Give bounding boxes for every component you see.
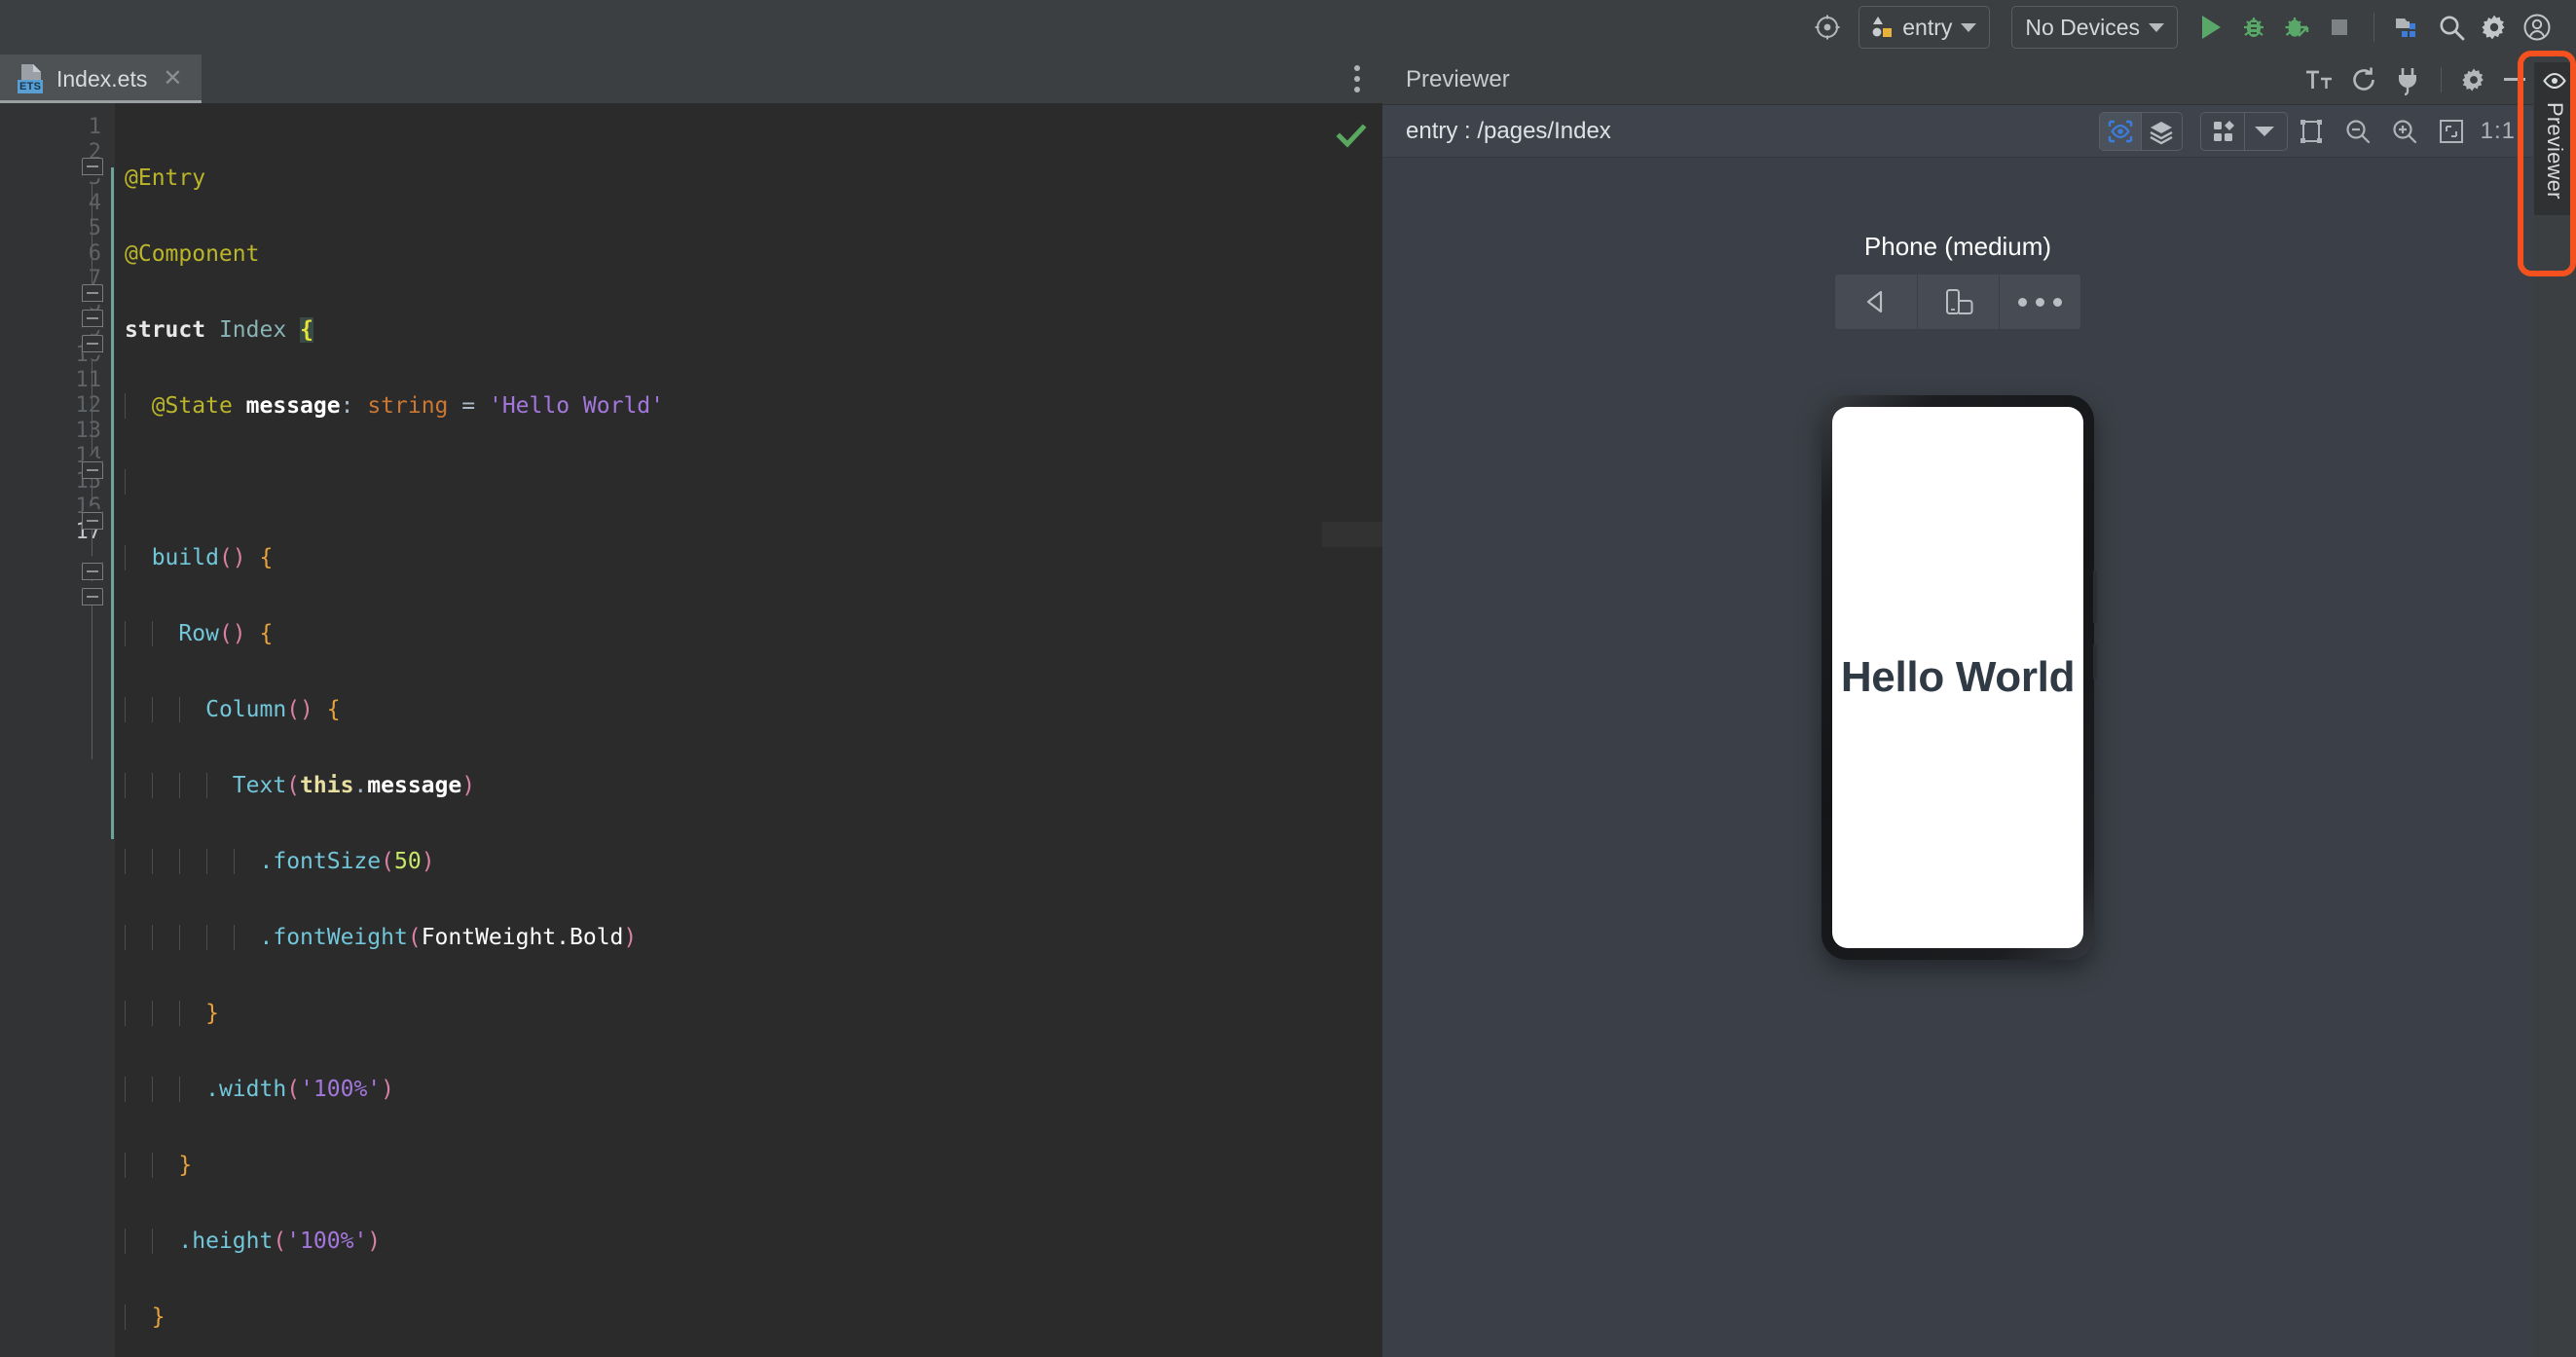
code-line: build() { [115, 545, 1322, 570]
module-selector-label: entry [1902, 14, 1953, 40]
preview-hello-text: Hello World [1840, 653, 2076, 701]
back-arrow-icon[interactable] [1835, 275, 1917, 329]
fold-marker[interactable] [82, 310, 103, 334]
code-line: } [115, 1001, 1322, 1026]
user-account-icon[interactable] [2516, 6, 2558, 49]
frame-fit-icon[interactable] [2288, 112, 2335, 151]
sidebar-item-label: Previewer [2543, 102, 2567, 200]
code-line: .height('100%') [115, 1229, 1322, 1254]
chevron-down-icon [2149, 22, 2164, 32]
code-line: Column() { [115, 697, 1322, 722]
code-line: @Component [125, 241, 260, 267]
module-icon [1872, 17, 1893, 37]
device-name-label: Phone (medium) [1863, 232, 2052, 261]
attach-debugger-button[interactable] [2275, 6, 2318, 49]
more-options-vertical-icon[interactable] [1332, 55, 1382, 103]
fold-marker[interactable] [82, 505, 103, 530]
code-line: } [115, 1304, 1322, 1330]
editor-inspection-strip[interactable] [1322, 103, 1382, 1357]
device-controls [1835, 275, 2080, 329]
multi-profile-icon[interactable] [2203, 113, 2244, 150]
code-line: } [115, 1153, 1322, 1178]
device-power-button [2093, 644, 2097, 679]
previewer-header: Previewer [1382, 55, 2533, 105]
code-line [115, 469, 1322, 495]
zoom-in-icon[interactable] [2381, 112, 2428, 151]
previewer-canvas[interactable]: Phone (medium) Hello World [1382, 158, 2533, 1357]
settings-gear-icon[interactable] [2451, 60, 2496, 99]
code-text[interactable]: @Entry @Component struct Index { @State … [115, 103, 1322, 1357]
plug-connect-icon[interactable] [2386, 60, 2431, 99]
code-line: Row() { [115, 621, 1322, 646]
chevron-down-icon[interactable] [2243, 112, 2285, 150]
device-selector-label: No Devices [2025, 14, 2140, 40]
ide-window: entry No Devices ETS Index.ets ✕ 1 2 4 5… [0, 0, 2576, 1357]
code-line: @State message: string = 'Hello World' [115, 393, 1322, 419]
device-screen[interactable]: Hello World [1832, 407, 2083, 948]
sidebar-item-previewer[interactable]: Previewer [2534, 62, 2575, 215]
more-options-icon[interactable] [1999, 275, 2080, 329]
editor-gutter[interactable]: 1 2 3 4 5 6 7 8 9 10 11 12 13 14 15 16 1 [0, 103, 115, 1357]
editor-tab-index-ets[interactable]: ETS Index.ets ✕ [0, 55, 202, 103]
debug-button[interactable] [2232, 6, 2275, 49]
chevron-down-icon [1961, 22, 1977, 32]
project-structure-button[interactable] [2387, 6, 2430, 49]
previewer-pane: Previewer entry: /pages/Index 1:1 Phone… [1382, 55, 2533, 1357]
module-selector[interactable]: entry [1858, 6, 1991, 49]
code-fold-column[interactable] [70, 115, 115, 1357]
right-tool-rail: Previewer [2533, 55, 2576, 1357]
vcs-change-marker [111, 167, 114, 839]
device-preview-frame[interactable]: Hello World [1822, 395, 2097, 960]
editor-pane: ETS Index.ets ✕ 1 2 3 4 5 6 [0, 55, 1382, 1357]
settings-gear-icon[interactable] [2473, 6, 2516, 49]
minimize-icon[interactable] [2496, 78, 2533, 81]
previewer-title: Previewer [1406, 65, 1510, 92]
previewer-path: entry : /pages/Index [1406, 117, 1611, 144]
fold-marker[interactable] [82, 455, 103, 479]
fit-screen-icon[interactable] [2428, 112, 2475, 151]
main-content: ETS Index.ets ✕ 1 2 3 4 5 6 [0, 55, 2576, 1357]
refresh-icon[interactable] [2341, 60, 2386, 99]
zoom-out-icon[interactable] [2335, 112, 2381, 151]
code-line: struct Index { [125, 317, 313, 343]
font-size-icon[interactable] [2297, 60, 2341, 99]
device-selector[interactable]: No Devices [2011, 6, 2178, 49]
previewer-toolbar: entry : /pages/Index 1:1 [1382, 105, 2533, 158]
layers-icon[interactable] [2140, 112, 2182, 150]
code-line: .fontSize(50) [115, 849, 1322, 874]
search-icon[interactable] [2430, 6, 2473, 49]
ets-file-icon: ETS [18, 64, 45, 93]
run-button[interactable] [2190, 6, 2232, 49]
inspector-toggle-group [2098, 111, 2183, 151]
code-line: .width('100%') [115, 1077, 1322, 1102]
fold-marker[interactable] [82, 284, 103, 309]
editor-tabbar: ETS Index.ets ✕ [0, 55, 1382, 103]
fold-marker[interactable] [82, 556, 103, 580]
rotate-device-icon[interactable] [1917, 275, 1999, 329]
code-line: @Entry [125, 165, 206, 191]
stop-button[interactable] [2318, 6, 2361, 49]
ok-check-icon [1336, 121, 1367, 152]
zoom-ratio-label[interactable]: 1:1 [2475, 118, 2516, 145]
inspector-eye-icon[interactable] [2099, 112, 2141, 150]
main-toolbar: entry No Devices [0, 0, 2576, 55]
editor-tab-label: Index.ets [56, 65, 148, 92]
crosshair-target-icon[interactable] [1806, 6, 1849, 49]
code-line: Text(this.message) [115, 773, 1322, 798]
eye-icon [2543, 72, 2566, 94]
code-line: .fontWeight(FontWeight.Bold) [115, 925, 1322, 950]
multi-profile-group[interactable] [2199, 111, 2288, 151]
device-volume-button [2093, 570, 2097, 623]
fold-marker[interactable] [82, 158, 103, 182]
fold-marker[interactable] [82, 335, 103, 359]
fold-marker[interactable] [82, 581, 103, 605]
close-icon[interactable]: ✕ [159, 67, 186, 91]
code-editor[interactable]: 1 2 3 4 5 6 7 8 9 10 11 12 13 14 15 16 1 [0, 103, 1382, 1357]
